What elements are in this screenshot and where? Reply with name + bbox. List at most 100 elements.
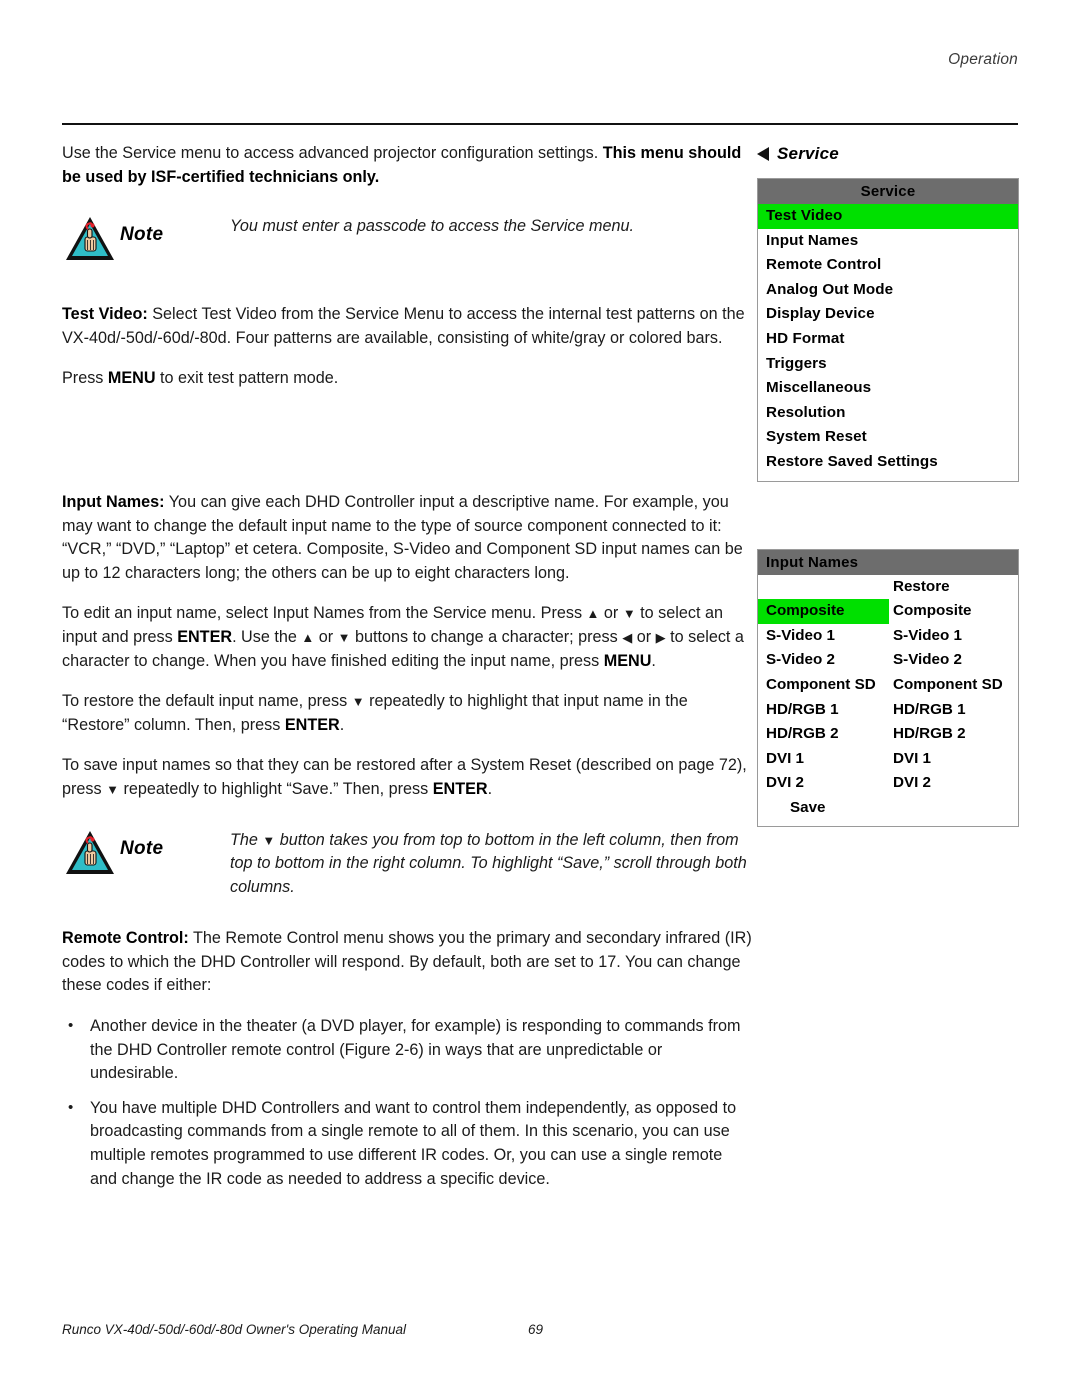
service-menu-item-remote-control[interactable]: Remote Control — [758, 253, 1018, 278]
press-menu-paragraph: Press MENU to exit test pattern mode. — [62, 367, 752, 391]
table-row[interactable]: S-Video 2 S-Video 2 — [758, 648, 1018, 673]
restore-name-hd-rgb-2[interactable]: HD/RGB 2 — [889, 722, 1018, 747]
restore-paragraph: To restore the default input name, press… — [62, 690, 752, 737]
press-menu-pre: Press — [62, 369, 108, 388]
table-row[interactable]: DVI 2 DVI 2 — [758, 771, 1018, 796]
service-menu-item-analog-out-mode[interactable]: Analog Out Mode — [758, 278, 1018, 303]
enter-key-2: ENTER — [284, 715, 340, 734]
edit-text-1: To edit an input name, select Input Name… — [62, 604, 587, 623]
service-caption-label: Service — [777, 144, 839, 163]
service-menu-title: Service — [758, 179, 1018, 204]
input-names-grid: Restore Composite Composite S-Video 1 S-… — [758, 575, 1018, 821]
intro-paragraph: Use the Service menu to access advanced … — [62, 142, 752, 189]
note-label: Note — [120, 224, 164, 246]
input-names-header-row: Restore — [758, 575, 1018, 600]
save-text-3: . — [487, 779, 493, 798]
remote-control-paragraph: Remote Control: The Remote Control menu … — [62, 927, 752, 998]
input-names-header-left — [758, 575, 889, 600]
right-arrow-icon: ▶ — [655, 629, 666, 645]
save-row-right-empty — [889, 796, 1018, 821]
table-row[interactable]: Composite Composite — [758, 599, 1018, 624]
footer-page-number: 69 — [528, 1322, 544, 1337]
input-names-osd-menu[interactable]: Input Names Restore Composite Composite … — [757, 548, 1019, 828]
note-block-passcode: Note You must enter a passcode to access… — [62, 215, 752, 273]
input-name-s-video-2[interactable]: S-Video 2 — [758, 648, 889, 673]
restore-name-dvi-1[interactable]: DVI 1 — [889, 747, 1018, 772]
note2-text-2: button takes you from top to bottom in t… — [230, 830, 747, 896]
list-item: You have multiple DHD Controllers and wa… — [62, 1096, 752, 1191]
note-warning-icon — [64, 829, 116, 877]
restore-name-s-video-1[interactable]: S-Video 1 — [889, 624, 1018, 649]
input-names-label: Input Names: — [62, 492, 165, 511]
table-row[interactable]: S-Video 1 S-Video 1 — [758, 624, 1018, 649]
service-menu-item-input-names[interactable]: Input Names — [758, 229, 1018, 254]
edit-input-paragraph: To edit an input name, select Input Name… — [62, 602, 752, 673]
table-row[interactable]: DVI 1 DVI 1 — [758, 747, 1018, 772]
osd-bottom-spacer — [758, 475, 1018, 481]
save-text-2: repeatedly to highlight “Save.” Then, pr… — [118, 779, 433, 798]
restore-name-component-sd[interactable]: Component SD — [889, 673, 1018, 698]
test-video-label: Test Video: — [62, 305, 148, 324]
note-navigation-text: The ▼ button takes you from top to botto… — [230, 829, 752, 900]
service-menu-item-system-reset[interactable]: System Reset — [758, 425, 1018, 450]
remote-control-label: Remote Control: — [62, 929, 189, 948]
edit-text-4: . Use the — [232, 627, 302, 646]
service-menu-item-miscellaneous[interactable]: Miscellaneous — [758, 376, 1018, 401]
restore-text-1: To restore the default input name, press — [62, 692, 352, 711]
table-row[interactable]: Component SD Component SD — [758, 673, 1018, 698]
note-warning-icon — [64, 215, 116, 263]
service-menu-item-triggers[interactable]: Triggers — [758, 352, 1018, 377]
main-text-column: Use the Service menu to access advanced … — [62, 142, 752, 1202]
service-menu-item-hd-format[interactable]: HD Format — [758, 327, 1018, 352]
save-button[interactable]: Save — [758, 796, 889, 821]
save-row[interactable]: Save — [758, 796, 1018, 821]
service-menu-item-restore-saved-settings[interactable]: Restore Saved Settings — [758, 450, 1018, 475]
note-label: Note — [120, 837, 164, 859]
edit-text-5: or — [314, 627, 338, 646]
edit-text-2: or — [599, 604, 623, 623]
restore-name-hd-rgb-1[interactable]: HD/RGB 1 — [889, 698, 1018, 723]
osd-figure-column: Service Service Test Video Input Names R… — [757, 142, 1019, 828]
down-arrow-icon: ▼ — [337, 629, 351, 645]
remote-control-bullet-list: Another device in the theater (a DVD pla… — [62, 1014, 752, 1191]
service-menu-item-display-device[interactable]: Display Device — [758, 302, 1018, 327]
input-name-hd-rgb-1[interactable]: HD/RGB 1 — [758, 698, 889, 723]
restore-text-3: . — [339, 715, 345, 734]
test-video-paragraph: Test Video: Select Test Video from the S… — [62, 303, 752, 350]
service-menu-item-resolution[interactable]: Resolution — [758, 401, 1018, 426]
press-menu-key: MENU — [107, 369, 156, 388]
document-page: Operation Use the Service menu to access… — [0, 0, 1080, 1397]
restore-name-s-video-2[interactable]: S-Video 2 — [889, 648, 1018, 673]
down-arrow-icon: ▼ — [262, 832, 276, 848]
service-figure-caption: Service — [757, 142, 1019, 166]
input-name-component-sd[interactable]: Component SD — [758, 673, 889, 698]
restore-name-composite[interactable]: Composite — [889, 599, 1018, 624]
input-name-composite[interactable]: Composite — [758, 599, 889, 624]
note-passcode-text: You must enter a passcode to access the … — [230, 217, 635, 236]
input-name-hd-rgb-2[interactable]: HD/RGB 2 — [758, 722, 889, 747]
edit-text-6: buttons to change a character; press — [350, 627, 623, 646]
up-arrow-icon: ▲ — [586, 606, 600, 622]
input-name-dvi-2[interactable]: DVI 2 — [758, 771, 889, 796]
note-block-navigation: Note The ▼ button takes you from top to … — [62, 829, 752, 900]
down-arrow-icon: ▼ — [106, 781, 119, 797]
left-arrow-icon: ◀ — [622, 629, 633, 645]
menu-key-1: MENU — [603, 651, 652, 670]
edit-text-7: or — [632, 627, 656, 646]
service-menu-item-test-video[interactable]: Test Video — [758, 204, 1018, 229]
service-osd-menu[interactable]: Service Test Video Input Names Remote Co… — [757, 178, 1019, 482]
list-item: Another device in the theater (a DVD pla… — [62, 1014, 752, 1086]
up-arrow-icon: ▲ — [301, 629, 315, 645]
restore-name-dvi-2[interactable]: DVI 2 — [889, 771, 1018, 796]
test-video-text: Select Test Video from the Service Menu … — [62, 305, 745, 347]
left-pointer-icon — [757, 147, 769, 161]
table-row[interactable]: HD/RGB 2 HD/RGB 2 — [758, 722, 1018, 747]
running-head: Operation — [948, 51, 1018, 68]
input-name-s-video-1[interactable]: S-Video 1 — [758, 624, 889, 649]
note2-text-1: The — [230, 830, 263, 849]
edit-text-9: . — [651, 651, 656, 670]
enter-key-1: ENTER — [177, 627, 233, 646]
table-row[interactable]: HD/RGB 1 HD/RGB 1 — [758, 698, 1018, 723]
input-name-dvi-1[interactable]: DVI 1 — [758, 747, 889, 772]
input-names-paragraph: Input Names: You can give each DHD Contr… — [62, 491, 752, 585]
